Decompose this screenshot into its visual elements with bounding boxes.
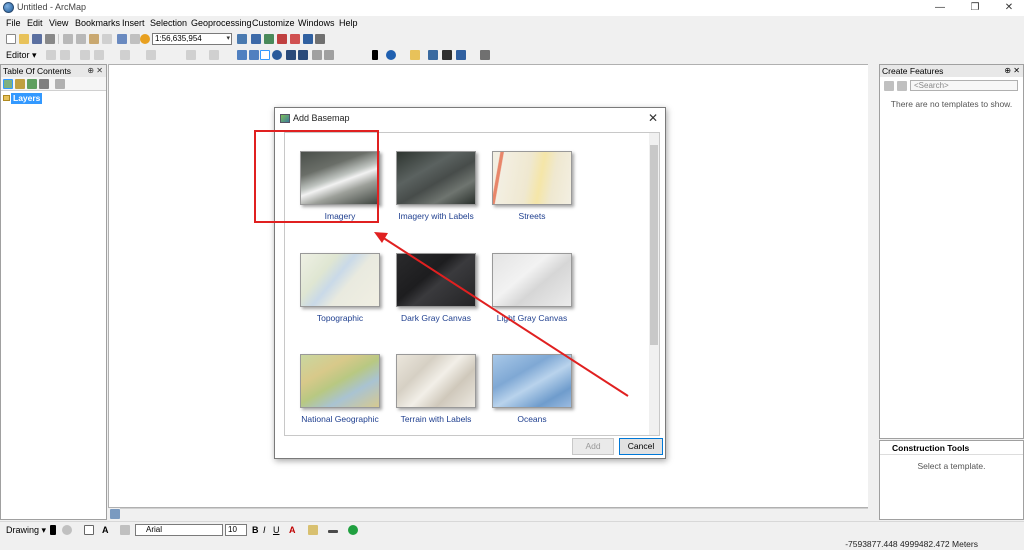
arrow-line xyxy=(381,236,629,397)
annotation-arrow xyxy=(374,232,629,397)
arrow-head xyxy=(374,232,388,243)
